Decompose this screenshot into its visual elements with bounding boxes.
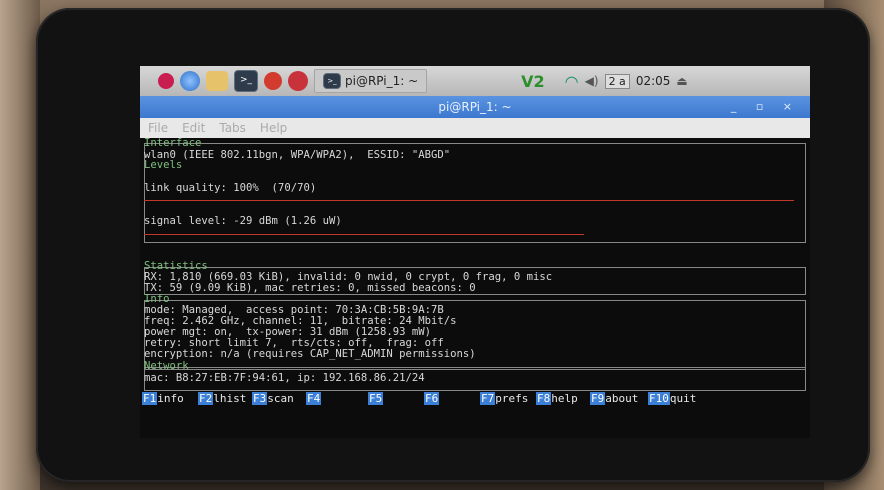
tx-stats: TX: 59 (9.09 KiB), mac retries: 0, misse…: [144, 282, 476, 294]
window-controls[interactable]: _ ▫ ×: [731, 96, 800, 118]
wolfram-icon[interactable]: [288, 71, 308, 91]
menu-help[interactable]: Help: [260, 118, 287, 138]
fkey-lhist[interactable]: F2lhist: [198, 392, 246, 405]
fkey-f4[interactable]: F4: [306, 392, 322, 405]
interface-line: wlan0 (IEEE 802.11bgn, WPA/WPA2), ESSID:…: [144, 149, 451, 161]
volume-icon[interactable]: ◀): [585, 74, 599, 88]
fkey-scan[interactable]: F3scan: [252, 392, 294, 405]
window-titlebar[interactable]: pi@RPi_1: ~ _ ▫ ×: [140, 96, 810, 118]
top-panel: >_ >_ pi@RPi_1: ~ V2 ◠ ◀) 2 a 02:05 ⏏: [140, 66, 810, 96]
menu-file[interactable]: File: [148, 118, 168, 138]
fkey-f6[interactable]: F6: [424, 392, 440, 405]
link-quality: link quality: 100% (70/70): [144, 182, 317, 194]
taskbar-terminal-button[interactable]: >_ pi@RPi_1: ~: [314, 69, 428, 93]
eject-icon[interactable]: ⏏: [676, 74, 687, 88]
menu-tabs[interactable]: Tabs: [219, 118, 246, 138]
menu-bar: File Edit Tabs Help: [140, 118, 810, 138]
menu-edit[interactable]: Edit: [182, 118, 205, 138]
wifi-icon[interactable]: ◠: [565, 72, 579, 91]
mac-line: mac: B8:27:EB:7F:94:61, ip: 192.168.86.2…: [144, 372, 425, 384]
background-left: [0, 0, 40, 490]
fkey-prefs[interactable]: F7prefs: [480, 392, 528, 405]
terminal-small-icon: >_: [323, 73, 341, 89]
encryption-line: encryption: n/a (requires CAP_NET_ADMIN …: [144, 348, 476, 360]
tablet-device: >_ >_ pi@RPi_1: ~ V2 ◠ ◀) 2 a 02:05 ⏏ pi…: [36, 8, 870, 482]
keyboard-layout[interactable]: 2 a: [604, 73, 630, 89]
fkey-about[interactable]: F9about: [590, 392, 638, 405]
terminal-icon[interactable]: >_: [234, 70, 258, 92]
vnc-icon[interactable]: V2: [521, 72, 545, 91]
raspberry-menu-icon[interactable]: [158, 73, 174, 89]
screen: >_ >_ pi@RPi_1: ~ V2 ◠ ◀) 2 a 02:05 ⏏ pi…: [140, 66, 810, 438]
link-quality-bar: [144, 200, 794, 201]
browser-icon[interactable]: [180, 71, 200, 91]
fkey-f5[interactable]: F5: [368, 392, 384, 405]
function-key-bar: F1info F2lhist F3scan F4 F5 F6 F7prefs F…: [140, 392, 810, 408]
fkey-quit[interactable]: F10quit: [648, 392, 696, 405]
window-title: pi@RPi_1: ~: [438, 100, 512, 114]
file-manager-icon[interactable]: [206, 71, 228, 91]
fkey-help[interactable]: F8help: [536, 392, 578, 405]
fkey-info[interactable]: F1info: [142, 392, 184, 405]
signal-level: signal level: -29 dBm (1.26 uW): [144, 215, 342, 227]
levels-header: Levels: [144, 159, 183, 171]
signal-level-bar: [144, 234, 584, 235]
clock: 02:05: [635, 74, 671, 88]
taskbar-terminal-label: pi@RPi_1: ~: [345, 74, 419, 88]
settings-icon[interactable]: [264, 72, 282, 90]
